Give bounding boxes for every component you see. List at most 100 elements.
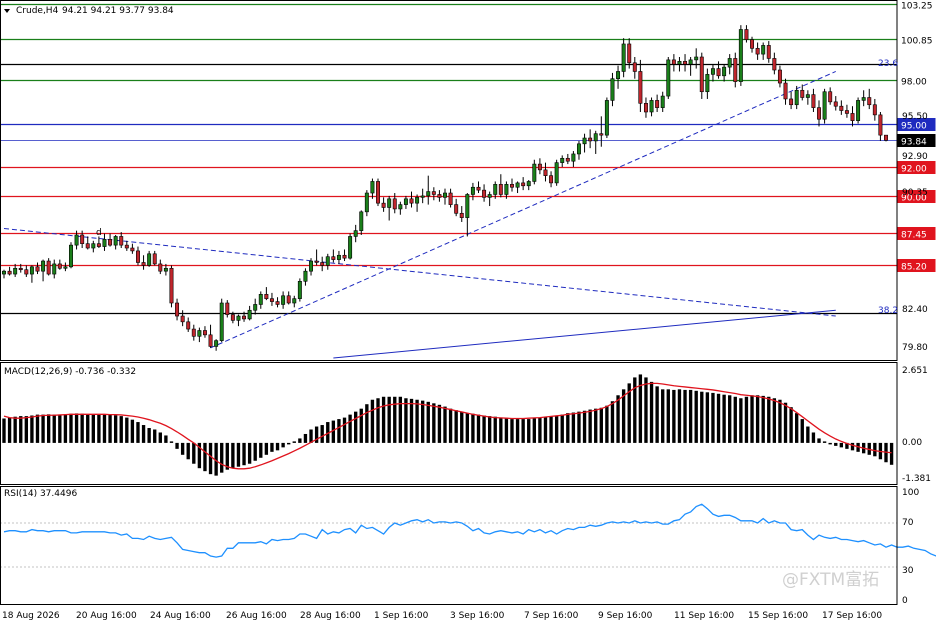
candle-body (230, 314, 235, 321)
macd-bar (303, 433, 308, 443)
candle-body (247, 309, 252, 320)
candle-body (152, 253, 157, 265)
candle-body (699, 56, 704, 93)
rsi-line (3, 503, 936, 558)
candle-body (141, 262, 146, 266)
candle-body (722, 66, 727, 77)
macd-bar (342, 417, 347, 443)
macd-bar (722, 394, 726, 443)
macd-bar (834, 442, 838, 446)
candle-body (197, 330, 202, 337)
macd-bar (711, 392, 715, 443)
rsi-tick: 0 (902, 596, 908, 606)
macd-bar (208, 442, 213, 475)
macd-bar (471, 413, 475, 443)
macd-bar (532, 418, 536, 443)
macd-bar (113, 415, 118, 443)
candle-body (370, 181, 375, 194)
candle-body (878, 114, 883, 136)
level-price-label: 93.84 (901, 138, 927, 148)
candle-body (191, 328, 196, 337)
candle-body (560, 157, 565, 163)
macd-bar (789, 407, 793, 443)
macd-bar (309, 429, 313, 443)
candle-body (113, 236, 118, 246)
candle-body (13, 267, 18, 275)
candle-body (431, 191, 436, 195)
macd-bar (136, 422, 140, 443)
macd-bar (822, 441, 827, 443)
macd-bar (795, 413, 799, 443)
macd-bar (164, 435, 168, 443)
macd-bar (515, 419, 520, 443)
candle-body (292, 298, 297, 304)
candle-body (85, 243, 90, 249)
macd-bar (404, 398, 408, 443)
candle-body (403, 198, 408, 205)
macd-bar (538, 417, 542, 443)
fib-label-23: 23.6 (878, 59, 898, 69)
candle-body (828, 91, 833, 103)
candle-body (342, 254, 347, 259)
level-price-label: 85.20 (901, 263, 927, 273)
macd-bar (387, 396, 391, 443)
candle-body (643, 103, 648, 113)
macd-bar (186, 442, 190, 460)
price-tick: 92.90 (902, 152, 928, 162)
candle-body (258, 294, 263, 305)
candle-body (214, 340, 219, 347)
candle-body (716, 68, 721, 77)
candle-body (817, 107, 821, 120)
macd-bar (192, 442, 196, 464)
triangle-down-icon[interactable] (4, 9, 10, 13)
macd-bar (672, 389, 676, 443)
macd-bar (655, 386, 659, 443)
candle-body (666, 59, 671, 97)
rsi-label: RSI(14) 37.4496 (4, 489, 77, 499)
macd-bar (35, 414, 40, 443)
candle-body (521, 182, 526, 187)
candle-body (102, 239, 107, 247)
macd-bar (24, 416, 29, 443)
candle-body (208, 334, 213, 347)
macd-bar (354, 411, 358, 443)
macd-bar (231, 442, 235, 469)
candle-body (297, 281, 302, 299)
candle-body (376, 181, 380, 204)
candle-body (565, 157, 570, 162)
candle-body (52, 263, 57, 275)
macd-bar (873, 442, 877, 457)
candle-body (465, 194, 470, 218)
macd-bar (683, 389, 687, 443)
macd-tick: -1.381 (902, 474, 931, 484)
candle-body (454, 204, 459, 214)
time-label: 17 Sep 16:00 (822, 611, 882, 621)
macd-bar (716, 393, 721, 443)
candle-body (839, 105, 844, 111)
candle-body (761, 45, 766, 55)
candle-body (175, 302, 180, 317)
macd-bar (348, 414, 352, 443)
macd-bar (41, 414, 45, 443)
macd-bar (811, 432, 816, 443)
macd-bar (147, 428, 151, 443)
time-label: 18 Aug 2026 (2, 611, 60, 621)
macd-bar (432, 403, 436, 443)
macd-bar (778, 399, 782, 443)
level-price-label: 98.00 (901, 78, 927, 88)
trend-line (333, 309, 836, 359)
macd-bar (108, 414, 112, 443)
rsi-tick: 70 (902, 518, 914, 528)
macd-bar (370, 399, 375, 443)
candle-body (136, 250, 140, 263)
macd-bar (2, 418, 6, 443)
candle-body (443, 192, 447, 198)
time-label: 24 Aug 16:00 (150, 611, 211, 621)
macd-bar (359, 408, 363, 443)
macd-bar (571, 412, 576, 443)
macd-bar (527, 419, 531, 443)
macd-bar (566, 413, 570, 443)
time-label: 20 Aug 16:00 (76, 611, 137, 621)
candle-body (616, 71, 621, 79)
trend-label: d (96, 228, 102, 238)
